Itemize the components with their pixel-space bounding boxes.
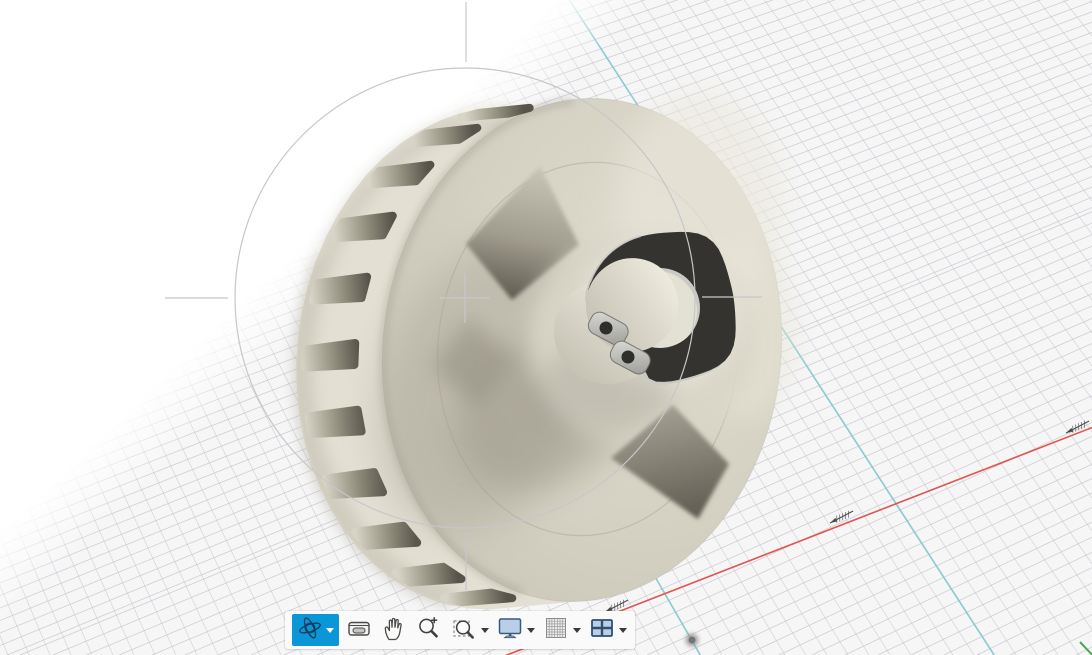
- zoom-window-fit-tool-button[interactable]: [449, 615, 479, 645]
- grid-dropdown-caret[interactable]: [573, 627, 581, 633]
- viewports-button[interactable]: [587, 615, 617, 645]
- orbit-dropdown-caret[interactable]: [326, 627, 334, 633]
- axis-arrow-mark: [829, 510, 854, 524]
- zoom-window-fit-icon: [450, 614, 478, 647]
- display-settings-dropdown-caret[interactable]: [527, 627, 535, 633]
- pan-tool-button[interactable]: [379, 615, 409, 645]
- orbit-tool-button[interactable]: [292, 614, 339, 646]
- pan-hand-icon: [380, 614, 408, 647]
- display-settings-button[interactable]: [495, 615, 525, 645]
- 3d-viewport[interactable]: [0, 0, 1092, 655]
- orbit-overlay: [165, 2, 1090, 647]
- grid-and-snaps-icon: [542, 614, 570, 647]
- cursor-dot-core: [688, 636, 696, 644]
- display-settings-icon: [496, 614, 524, 647]
- grid-and-snaps-button[interactable]: [541, 615, 571, 645]
- axis-arrow-mark: [1065, 420, 1090, 434]
- orbit-rig: [165, 2, 762, 592]
- viewports-dropdown-caret[interactable]: [619, 627, 627, 633]
- zoom-icon: [415, 614, 443, 647]
- viewports-icon: [588, 614, 616, 647]
- zoom-window-dropdown-caret[interactable]: [481, 627, 489, 633]
- orbit-icon: [297, 615, 323, 646]
- look-at-icon: [345, 614, 373, 647]
- look-at-tool-button[interactable]: [344, 615, 374, 645]
- navigation-toolbar: [285, 611, 635, 649]
- zoom-tool-button[interactable]: [414, 615, 444, 645]
